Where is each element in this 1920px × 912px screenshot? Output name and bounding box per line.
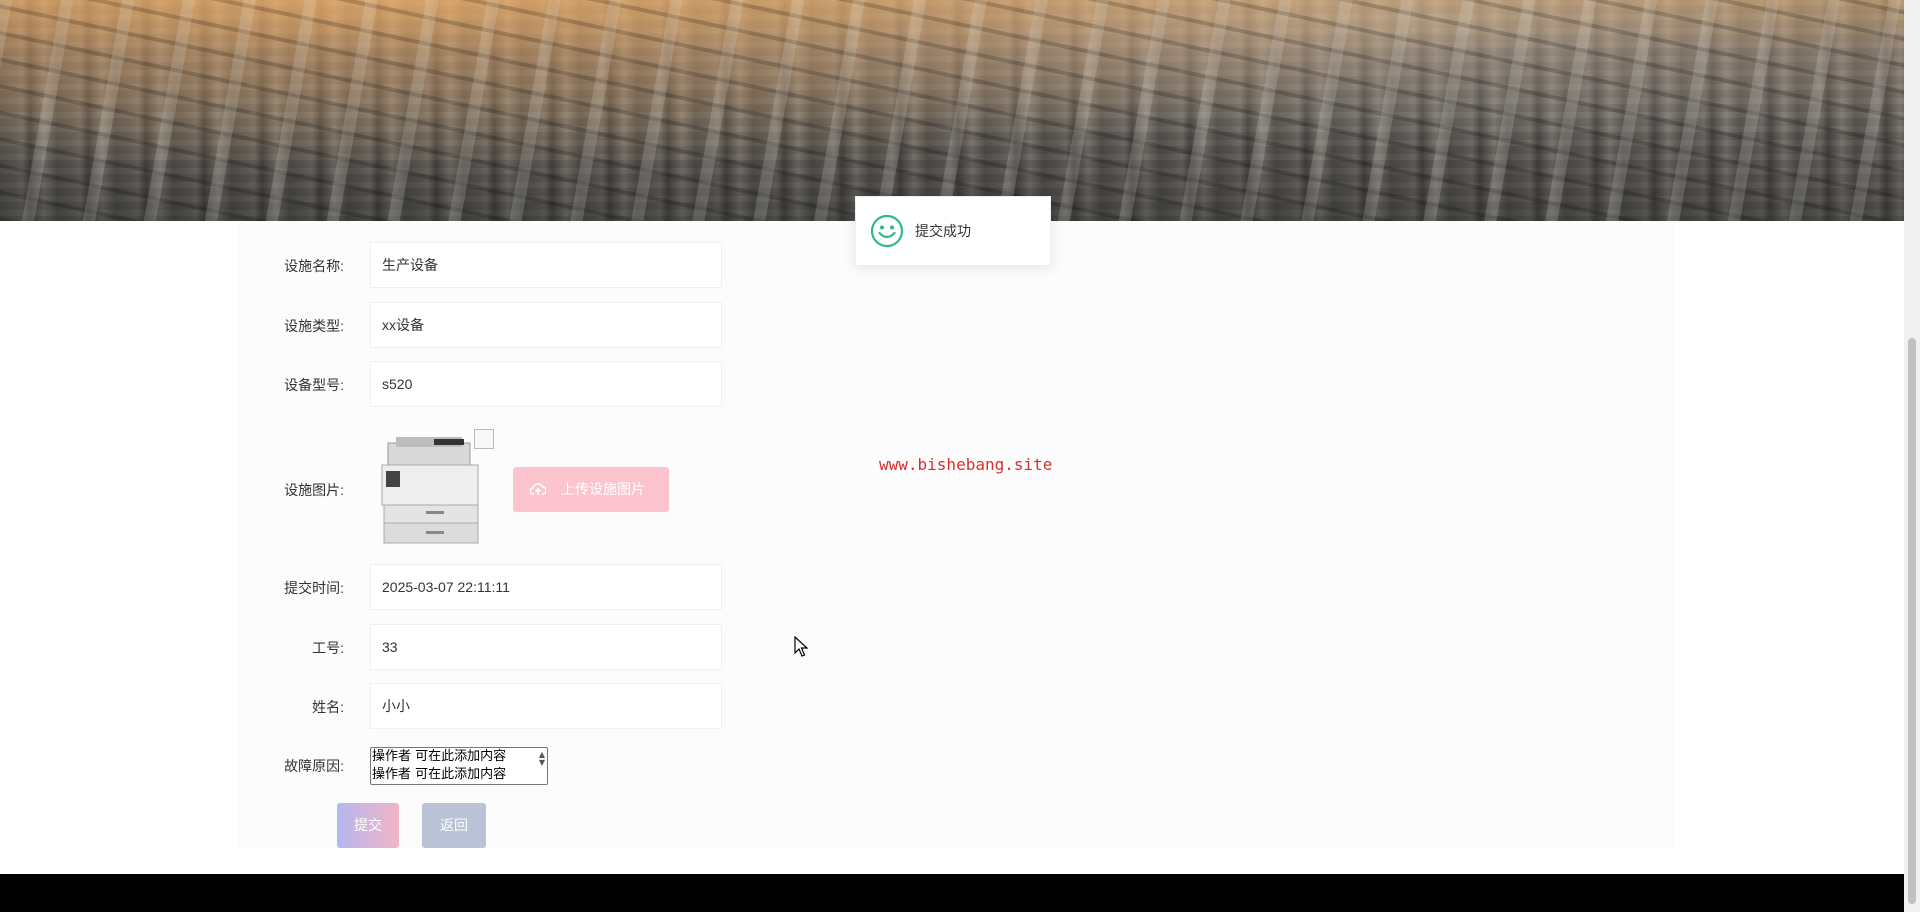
toast-message: 提交成功 bbox=[915, 223, 971, 239]
fault-reason-textarea[interactable]: 操作者 可在此添加内容 操作者 可在此添加内容 ▲ ▼ bbox=[370, 747, 548, 785]
employee-id-label: 工号: bbox=[312, 640, 344, 656]
hero-banner-image bbox=[0, 0, 1904, 221]
textarea-spinner-icon: ▲ ▼ bbox=[538, 750, 545, 767]
facility-image-row: 设施图片: 上传设施图片 bbox=[238, 423, 1038, 557]
employee-id-row: 工号: 33 bbox=[238, 624, 1038, 672]
mouse-cursor-icon bbox=[794, 636, 808, 657]
actions-row: 提交 返回 bbox=[238, 803, 1038, 848]
device-model-label: 设备型号: bbox=[284, 377, 344, 393]
broken-image-icon bbox=[474, 429, 494, 449]
name-label: 姓名: bbox=[312, 699, 344, 715]
upload-cloud-icon bbox=[530, 483, 546, 495]
fault-reason-label: 故障原因: bbox=[284, 758, 344, 774]
watermark-text: www.bishebang.site bbox=[879, 455, 1053, 474]
success-toast: 提交成功 bbox=[855, 196, 1051, 266]
device-model-input[interactable]: s520 bbox=[370, 361, 722, 407]
submit-time-input[interactable]: 2025-03-07 22:11:11 bbox=[370, 564, 722, 610]
smile-icon bbox=[870, 214, 904, 248]
facility-name-input[interactable]: 生产设备 bbox=[370, 242, 722, 288]
facility-name-label: 设施名称: bbox=[284, 258, 344, 274]
submit-button[interactable]: 提交 bbox=[337, 803, 399, 848]
facility-image-label: 设施图片: bbox=[284, 482, 344, 498]
name-row: 姓名: 小小 bbox=[238, 683, 1038, 731]
back-button[interactable]: 返回 bbox=[422, 803, 486, 848]
scrollbar-thumb[interactable] bbox=[1908, 338, 1916, 904]
upload-image-button[interactable]: 上传设施图片 bbox=[513, 467, 669, 512]
employee-id-input[interactable]: 33 bbox=[370, 624, 722, 670]
submit-time-label: 提交时间: bbox=[284, 580, 344, 596]
fault-reason-line-2: 操作者 可在此添加内容 bbox=[372, 767, 507, 782]
facility-type-label: 设施类型: bbox=[284, 318, 344, 334]
fault-reason-row: 故障原因: 操作者 可在此添加内容 操作者 可在此添加内容 ▲ ▼ bbox=[238, 746, 1038, 786]
device-model-row: 设备型号: s520 bbox=[238, 361, 1038, 409]
fault-reason-line-1: 操作者 可在此添加内容 bbox=[372, 749, 507, 764]
page-footer bbox=[0, 874, 1904, 912]
upload-image-label: 上传设施图片 bbox=[561, 481, 645, 497]
facility-type-row: 设施类型: xx设备 bbox=[238, 302, 1038, 350]
form-panel: 设施名称: 生产设备 设施类型: xx设备 设备型号: s520 设施图片: 上… bbox=[238, 221, 1674, 848]
printer-image bbox=[381, 437, 479, 544]
facility-type-input[interactable]: xx设备 bbox=[370, 302, 722, 348]
name-input[interactable]: 小小 bbox=[370, 683, 722, 729]
submit-time-row: 提交时间: 2025-03-07 22:11:11 bbox=[238, 564, 1038, 612]
